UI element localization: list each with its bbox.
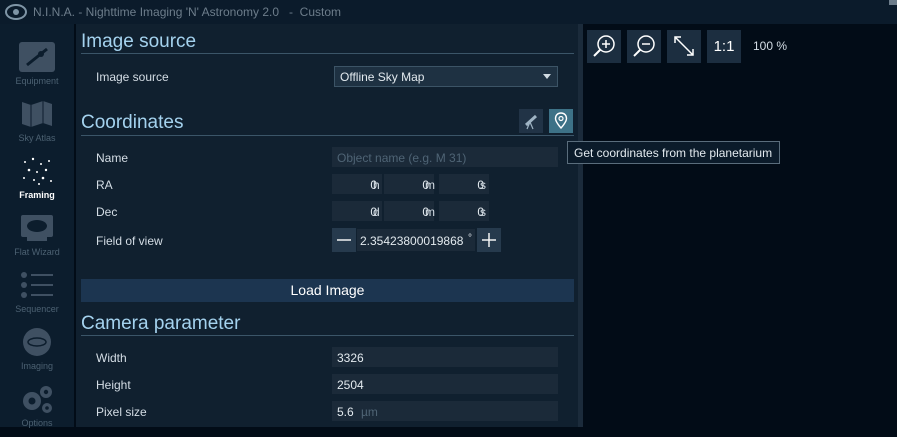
zoom-in-button[interactable] [587, 30, 621, 63]
dec-minutes-unit: m [425, 205, 435, 219]
sidebar-item-label: Flat Wizard [14, 247, 60, 257]
name-label: Name [96, 151, 129, 165]
ra-hours-unit: h [373, 178, 380, 192]
sidebar-item-sky-atlas[interactable]: Sky Atlas [0, 95, 74, 152]
zoom-level: 100 % [753, 39, 788, 53]
fov-label: Field of view [96, 234, 163, 248]
sequencer-icon [21, 272, 53, 298]
sidebar: Equipment Sky Atlas Framing Flat Wizard [0, 24, 74, 428]
section-divider [81, 53, 574, 54]
dec-label: Dec [96, 205, 118, 219]
zoom-out-button[interactable] [627, 30, 661, 63]
image-source-label: Image source [96, 70, 169, 84]
ra-minutes-unit: m [425, 178, 435, 192]
object-name-input[interactable]: Object name (e.g. M 31) [332, 147, 558, 167]
height-label: Height [96, 378, 131, 392]
window-close-button[interactable] [889, 0, 897, 5]
image-source-heading: Image source [81, 31, 197, 52]
equipment-icon [19, 42, 55, 72]
framing-icon [23, 157, 52, 185]
fov-value: 2.35423800019868 [360, 234, 464, 248]
title-bar: N.I.N.A. - Nighttime Imaging 'N' Astrono… [0, 0, 897, 24]
sidebar-item-label: Sequencer [15, 304, 59, 314]
chevron-down-icon [543, 74, 551, 79]
expand-icon [674, 36, 694, 56]
section-divider [81, 135, 574, 136]
pixel-size-value: 5.6 [337, 405, 354, 419]
sky-atlas-icon [22, 101, 52, 127]
sidebar-item-framing[interactable]: Framing [0, 152, 74, 209]
fov-increase-button[interactable] [477, 228, 501, 252]
image-source-dropdown[interactable]: Offline Sky Map [334, 66, 558, 87]
coordinates-heading: Coordinates [81, 112, 184, 133]
actual-size-button[interactable]: 1:1 [707, 30, 741, 63]
telescope-icon [524, 114, 538, 130]
sidebar-item-equipment[interactable]: Equipment [0, 38, 74, 95]
pixel-size-label: Pixel size [96, 405, 147, 419]
sidebar-item-label: Framing [19, 190, 55, 200]
ra-seconds-unit: s [480, 178, 486, 192]
camera-width-value: 3326 [337, 351, 364, 365]
fit-to-screen-button[interactable] [667, 30, 701, 63]
pixel-size-input[interactable]: 5.6 µm [332, 401, 558, 421]
load-image-button[interactable]: Load Image [81, 279, 574, 302]
width-label: Width [96, 351, 127, 365]
sidebar-item-flat-wizard[interactable]: Flat Wizard [0, 209, 74, 266]
sidebar-item-imaging[interactable]: Imaging [0, 323, 74, 380]
camera-height-value: 2504 [337, 378, 364, 392]
sidebar-item-options[interactable]: Options [0, 380, 74, 437]
minus-icon [337, 239, 351, 241]
imaging-icon [23, 328, 51, 356]
options-icon [23, 386, 52, 413]
nina-logo-icon [4, 1, 28, 23]
plus-icon [482, 233, 496, 247]
dec-seconds-unit: s [480, 205, 486, 219]
fov-decrease-button[interactable] [332, 228, 356, 252]
sidebar-item-sequencer[interactable]: Sequencer [0, 266, 74, 323]
location-pin-icon [554, 112, 568, 130]
zoom-in-icon [593, 35, 615, 57]
section-divider [81, 335, 574, 336]
planetarium-tooltip: Get coordinates from the planetarium [567, 141, 780, 164]
object-name-placeholder: Object name (e.g. M 31) [337, 151, 467, 165]
sidebar-item-label: Imaging [20, 361, 54, 371]
image-source-selected: Offline Sky Map [340, 70, 425, 84]
telescope-coordinates-button[interactable] [519, 109, 543, 133]
planetarium-coordinates-button[interactable] [549, 109, 573, 133]
sidebar-item-label: Equipment [15, 76, 59, 86]
sidebar-item-label: Sky Atlas [18, 133, 56, 143]
zoom-out-icon [633, 35, 655, 57]
pixel-size-unit: µm [361, 405, 378, 419]
ra-label: RA [96, 178, 113, 192]
camera-parameter-heading: Camera parameter [81, 313, 241, 334]
panel-splitter[interactable] [578, 24, 583, 427]
fov-input[interactable]: 2.35423800019868 ° [357, 229, 475, 251]
dec-degrees-unit: d [373, 205, 380, 219]
actual-size-label: 1:1 [713, 38, 735, 55]
camera-width-input[interactable]: 3326 [332, 347, 558, 367]
camera-height-input[interactable]: 2504 [332, 374, 558, 394]
flat-wizard-icon [21, 215, 53, 241]
window-title: N.I.N.A. - Nighttime Imaging 'N' Astrono… [33, 5, 342, 19]
fov-unit: ° [468, 233, 472, 244]
